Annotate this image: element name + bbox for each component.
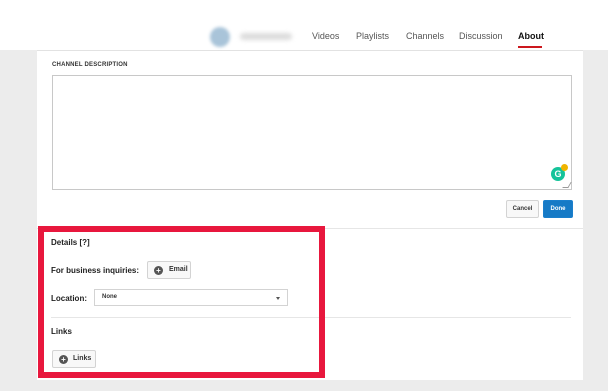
- tab-playlists[interactable]: Playlists: [356, 31, 389, 41]
- tab-about[interactable]: About: [518, 31, 544, 41]
- channel-header: [0, 0, 608, 50]
- channel-description-label: CHANNEL DESCRIPTION: [52, 62, 128, 68]
- highlight-annotation-box: [38, 226, 325, 378]
- cancel-button[interactable]: Cancel: [506, 200, 539, 218]
- tab-discussion[interactable]: Discussion: [459, 31, 503, 41]
- tab-videos[interactable]: Videos: [312, 31, 339, 41]
- channel-description-textarea[interactable]: [52, 75, 572, 190]
- header-divider: [37, 50, 583, 51]
- channel-name-blurred[interactable]: [240, 33, 292, 40]
- grammarly-badge-icon: [561, 164, 568, 171]
- done-button[interactable]: Done: [543, 200, 573, 218]
- active-tab-indicator: [518, 46, 542, 48]
- tab-channels[interactable]: Channels: [406, 31, 444, 41]
- channel-avatar[interactable]: [210, 27, 230, 47]
